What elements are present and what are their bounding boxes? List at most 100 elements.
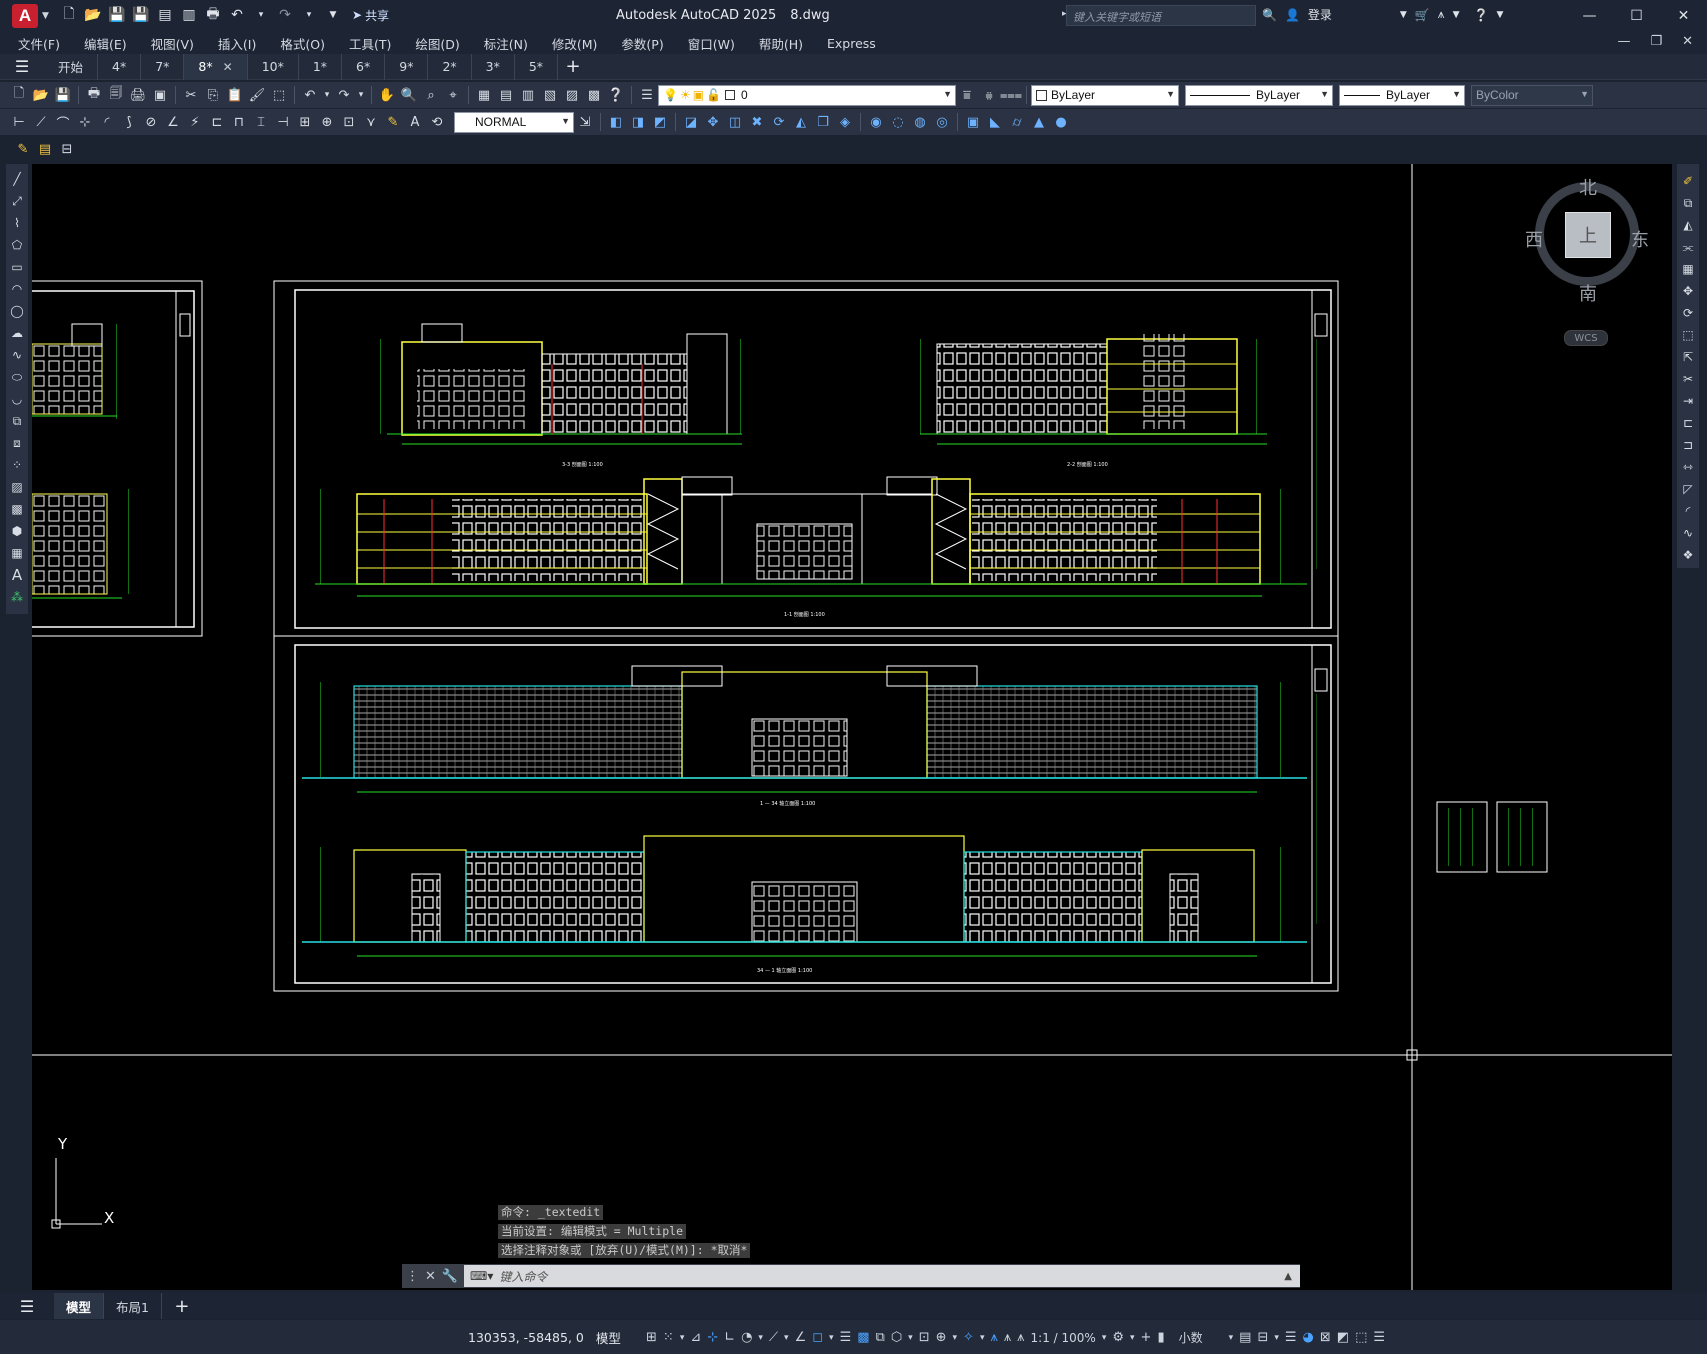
trim-icon[interactable]: ✂: [1678, 369, 1698, 389]
tab-file[interactable]: 9*: [385, 53, 429, 80]
customize-status-icon[interactable]: ☰: [1373, 1330, 1385, 1345]
undo-dropdown-icon[interactable]: ▾: [252, 6, 270, 24]
angular-dimension-icon[interactable]: ∠: [163, 112, 183, 132]
close-icon[interactable]: ✕: [425, 1269, 436, 1284]
help-icon[interactable]: ❔: [1474, 8, 1489, 22]
drawing-canvas[interactable]: 3-3 剖面图 1:100 2-2 剖面图 1:100 1-1 剖面图 1:10…: [32, 164, 1672, 1290]
layer-properties-icon[interactable]: ☰: [637, 85, 657, 105]
isolate-objects-icon[interactable]: ☰: [1285, 1330, 1297, 1345]
login-link[interactable]: 登录: [1308, 6, 1332, 23]
insert-block-icon[interactable]: ⧉: [7, 411, 27, 431]
hamburger-menu-icon[interactable]: ☰: [0, 57, 44, 76]
move-icon[interactable]: ✥: [1678, 281, 1698, 301]
menu-draw[interactable]: 绘图(D): [403, 34, 471, 53]
array-icon[interactable]: ▦: [1678, 259, 1698, 279]
lineweight-dropdown[interactable]: ByLayer ▼: [1339, 84, 1465, 106]
line-icon[interactable]: ╱: [7, 169, 27, 189]
compass-east[interactable]: 东: [1631, 226, 1649, 252]
graphics-performance-icon[interactable]: ◩: [1337, 1330, 1349, 1345]
plot-icon[interactable]: 🖶: [84, 85, 104, 105]
workspace-gear-icon[interactable]: ⚙: [1112, 1330, 1124, 1345]
menu-tools[interactable]: 工具(T): [337, 34, 403, 53]
layer-states-icon[interactable]: ⩶: [1000, 85, 1022, 105]
break-icon[interactable]: ⊐: [1678, 435, 1698, 455]
shell-icon[interactable]: ◎: [932, 112, 952, 132]
lock-ui-dropdown-icon[interactable]: ▾: [1274, 1333, 1279, 1343]
polygon-icon[interactable]: ⬠: [7, 235, 27, 255]
tab-model[interactable]: 模型: [54, 1293, 105, 1319]
open-web-icon[interactable]: ▤: [156, 6, 174, 24]
object-snap-icon[interactable]: ◻: [812, 1330, 823, 1345]
open-icon[interactable]: 📂: [31, 85, 51, 105]
gradient-icon[interactable]: ▩: [7, 499, 27, 519]
app-logo[interactable]: A: [12, 4, 38, 28]
cut-icon[interactable]: ✂: [181, 85, 201, 105]
3d-print-icon[interactable]: ▣: [150, 85, 170, 105]
delete-faces-icon[interactable]: ✖: [747, 112, 767, 132]
color-faces-icon[interactable]: ◈: [835, 112, 855, 132]
snap-dropdown-icon[interactable]: ▾: [680, 1333, 685, 1343]
box-icon[interactable]: ▣: [963, 112, 983, 132]
annotation-scale-value[interactable]: 1:1 / 100%: [1031, 1331, 1096, 1345]
dimension-update-icon[interactable]: ⟲: [427, 112, 447, 132]
tab-file[interactable]: 10*: [248, 53, 299, 80]
separate-icon[interactable]: ◍: [910, 112, 930, 132]
clean-icon[interactable]: ◌: [888, 112, 908, 132]
a360-dropdown-icon[interactable]: ▼: [1453, 10, 1460, 20]
new-tab-plus-icon[interactable]: +: [558, 56, 588, 77]
block-attribute-icon[interactable]: ▤: [35, 139, 55, 159]
scale-dropdown-icon[interactable]: ▾: [1102, 1333, 1107, 1343]
arc-icon[interactable]: ◠: [7, 279, 27, 299]
extrude-faces-icon[interactable]: ◪: [681, 112, 701, 132]
annotation-visibility-icon[interactable]: ⩚: [990, 1330, 997, 1345]
tool-palettes-icon[interactable]: ▥: [518, 85, 538, 105]
block-editor-icon[interactable]: ⬚: [269, 85, 289, 105]
fullscreen-icon[interactable]: ⬚: [1355, 1330, 1367, 1345]
make-block-icon[interactable]: ⧈: [7, 433, 27, 453]
redo-dropdown-icon[interactable]: ▾: [300, 6, 318, 24]
doc-restore-icon[interactable]: ❐: [1650, 34, 1662, 49]
app-menu-chevron-icon[interactable]: ▼: [42, 11, 49, 21]
maximize-icon[interactable]: ☐: [1613, 0, 1660, 32]
chamfer-icon[interactable]: ◸: [1678, 479, 1698, 499]
arc-length-icon[interactable]: ⌒: [53, 112, 73, 132]
command-prompt-icon[interactable]: ⌨▾: [470, 1269, 493, 1283]
properties-icon[interactable]: ▦: [474, 85, 494, 105]
menu-insert[interactable]: 插入(I): [206, 34, 268, 53]
wcs-menu[interactable]: WCS: [1564, 330, 1608, 346]
3d-osnap-icon[interactable]: ⬡: [891, 1330, 902, 1345]
menu-express[interactable]: Express: [815, 36, 888, 51]
multiline-text-icon[interactable]: A: [7, 565, 27, 585]
help-icon[interactable]: ❔: [606, 85, 626, 105]
hatch-icon[interactable]: ▨: [7, 477, 27, 497]
compass-north[interactable]: 北: [1579, 174, 1597, 200]
share-button[interactable]: ➤ 共享: [352, 7, 389, 24]
color-dropdown[interactable]: ByLayer ▼: [1031, 84, 1179, 106]
fillet-icon[interactable]: ◜: [1678, 501, 1698, 521]
compass-west[interactable]: 西: [1525, 226, 1543, 252]
viewcube-top-face[interactable]: 上: [1565, 212, 1611, 258]
tab-layout1[interactable]: 布局1: [104, 1293, 162, 1319]
gizmo-icon[interactable]: ✧: [963, 1330, 974, 1345]
join-icon[interactable]: ⇿: [1678, 457, 1698, 477]
lock-ui-icon[interactable]: ⊟: [1257, 1330, 1268, 1345]
add-layout-plus-icon[interactable]: +: [162, 1296, 202, 1317]
spline-icon[interactable]: ∿: [7, 345, 27, 365]
tab-file[interactable]: 1*: [299, 53, 343, 80]
move-faces-icon[interactable]: ✥: [703, 112, 723, 132]
match-properties-icon[interactable]: 🖌: [247, 85, 267, 105]
diameter-dimension-icon[interactable]: ⊘: [141, 112, 161, 132]
quickcalc-icon[interactable]: ▩: [584, 85, 604, 105]
new-icon[interactable]: 🗋: [60, 6, 78, 24]
snap-icon[interactable]: ⁙: [663, 1330, 674, 1345]
model-space-toggle[interactable]: 模型: [596, 1328, 621, 1347]
menu-file[interactable]: 文件(F): [0, 34, 72, 53]
make-current-layer-icon[interactable]: ⩸: [957, 85, 977, 105]
ortho-icon[interactable]: ∟: [724, 1330, 735, 1345]
transparency-icon[interactable]: ▩: [857, 1330, 869, 1345]
tab-close-icon[interactable]: ✕: [223, 60, 233, 74]
dynamic-ucs-icon[interactable]: ⊡: [919, 1330, 930, 1345]
revision-cloud-icon[interactable]: ☁: [7, 323, 27, 343]
dimension-text-edit-icon[interactable]: A: [405, 112, 425, 132]
wedge-icon[interactable]: ◣: [985, 112, 1005, 132]
